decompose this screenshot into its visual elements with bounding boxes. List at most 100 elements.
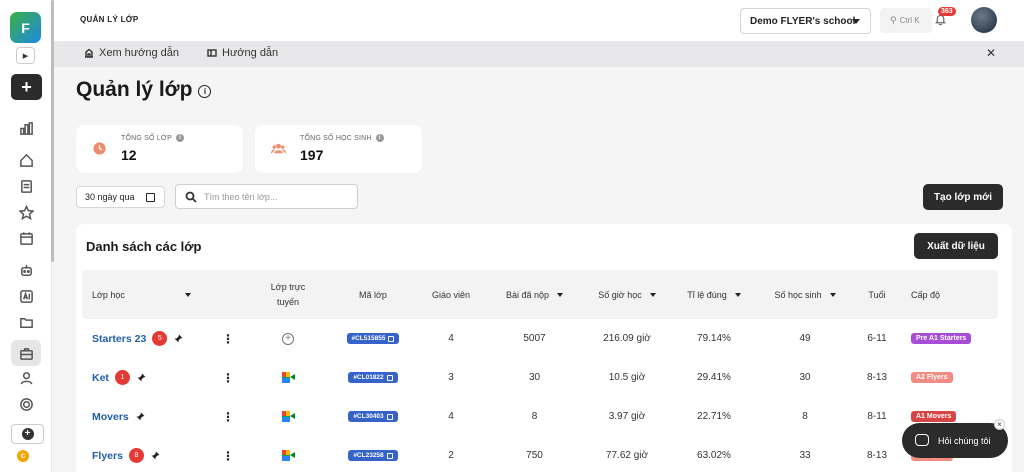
view-guide-link[interactable]: Xem hướng dẫn — [84, 47, 179, 59]
create-class-button[interactable]: Tạo lớp mới — [923, 184, 1003, 210]
class-code-cell: #CL515855 — [338, 319, 408, 358]
th-accuracy[interactable]: Tỉ lệ đúng — [674, 270, 754, 319]
chevron-down-icon — [649, 292, 656, 297]
app-logo[interactable]: F — [10, 12, 41, 43]
search-icon: ⚲ — [890, 15, 897, 25]
close-icon[interactable]: ✕ — [986, 46, 996, 60]
calendar-icon[interactable] — [14, 226, 38, 250]
total-classes-label: TỔNG SỐ LỚP i — [121, 134, 184, 142]
view-guide-label: Xem hướng dẫn — [99, 47, 180, 59]
copy-icon — [386, 374, 393, 381]
total-students-value: 197 — [300, 147, 324, 163]
close-icon[interactable]: × — [994, 419, 1005, 430]
date-range-select[interactable]: 30 ngày qua — [76, 186, 165, 208]
ask-us-button[interactable]: Hỏi chúng tôi — [902, 423, 1008, 458]
table-row[interactable]: Movers ⋮ #CL30403 4 8 3.97 giờ 22.71% 8 … — [82, 397, 998, 436]
class-code-chip[interactable]: #CL01822 — [348, 372, 398, 383]
ai-icon[interactable] — [14, 284, 38, 308]
class-name-cell: Movers — [92, 397, 222, 436]
pin-icon[interactable] — [173, 334, 183, 344]
users-icon[interactable] — [14, 366, 38, 390]
guide-link[interactable]: Hướng dẫn — [207, 47, 278, 59]
group-icon — [271, 143, 286, 154]
class-name-link[interactable]: Starters 23 — [92, 333, 146, 345]
robot-icon[interactable] — [14, 258, 38, 282]
level-badge: A1 Movers — [911, 411, 957, 422]
class-name-link[interactable]: Ket — [92, 372, 109, 384]
chart-icon[interactable] — [14, 116, 38, 140]
google-meet-icon[interactable] — [282, 411, 295, 422]
online-class-cell — [252, 358, 324, 397]
guide-bar: Xem hướng dẫn Hướng dẫn ✕ — [54, 41, 1024, 67]
info-icon[interactable]: i — [176, 134, 184, 142]
coin-icon: c — [17, 450, 29, 462]
accuracy-cell: 29.41% — [697, 372, 731, 383]
class-search-input[interactable]: Tìm theo tên lớp... — [175, 184, 358, 209]
more-options-icon[interactable]: ⋮ — [222, 397, 234, 436]
add-button[interactable]: + — [11, 74, 42, 100]
pin-icon[interactable] — [136, 373, 146, 383]
school-selector[interactable]: Demo FLYER's school — [740, 8, 871, 34]
google-meet-icon[interactable] — [282, 450, 295, 461]
pin-icon[interactable] — [135, 412, 145, 422]
pin-icon[interactable] — [150, 451, 160, 461]
more-options-icon[interactable]: ⋮ — [222, 319, 234, 358]
more-options-icon[interactable]: ⋮ — [222, 436, 234, 472]
info-icon[interactable]: i — [198, 85, 212, 98]
th-class[interactable]: Lớp học — [92, 270, 202, 319]
online-class-cell: + — [252, 319, 324, 358]
students-cell: 33 — [799, 450, 811, 461]
sidebar-toggle-button[interactable]: ▶ — [16, 47, 35, 64]
date-range-value: 30 ngày qua — [85, 192, 135, 202]
class-code-chip[interactable]: #CL515855 — [346, 333, 400, 344]
submissions-cell: 750 — [526, 450, 543, 461]
class-code-cell: #CL23258 — [338, 436, 408, 472]
table-row[interactable]: Ket 1 ⋮ #CL01822 3 30 10.5 giờ 29.41% 30 … — [82, 358, 998, 397]
briefcase-icon[interactable] — [11, 340, 41, 366]
class-name-link[interactable]: Movers — [92, 411, 129, 423]
school-name: Demo FLYER's school — [750, 15, 856, 27]
star-icon[interactable] — [14, 200, 38, 224]
class-name-cell: Starters 23 5 — [92, 319, 222, 358]
search-shortcut: Ctrl K — [899, 16, 920, 25]
chevron-down-icon — [734, 292, 741, 297]
google-meet-icon[interactable] — [282, 372, 295, 383]
class-name-link[interactable]: Flyers — [92, 450, 123, 462]
info-icon[interactable]: i — [375, 134, 384, 142]
global-search-button[interactable]: ⚲ Ctrl K — [880, 8, 932, 33]
hours-cell: 216.09 giờ — [603, 333, 651, 344]
table-row[interactable]: Starters 23 5 ⋮ + #CL515855 4 5007 216.09… — [82, 319, 998, 358]
add-circle-button[interactable]: + — [11, 424, 44, 444]
folder-icon[interactable] — [14, 310, 38, 334]
search-icon — [185, 191, 197, 203]
page-title-text: Quản lý lớp — [76, 78, 193, 101]
export-button[interactable]: Xuất dữ liệu — [914, 233, 998, 259]
students-cell: 30 — [799, 372, 811, 383]
search-placeholder: Tìm theo tên lớp... — [204, 191, 278, 202]
th-hours[interactable]: Số giờ học — [587, 270, 667, 319]
avatar[interactable] — [971, 7, 997, 33]
header-title: QUẢN LÝ LỚP — [80, 15, 139, 24]
students-cell: 49 — [799, 333, 811, 344]
home-icon[interactable] — [14, 148, 38, 172]
total-classes-card: TỔNG SỐ LỚP i 12 — [76, 125, 243, 173]
th-submissions[interactable]: Bài đã nộp — [492, 270, 577, 319]
chevron-down-icon — [852, 19, 860, 24]
document-icon[interactable] — [14, 174, 38, 198]
calendar-icon — [146, 193, 155, 202]
settings-icon[interactable] — [14, 392, 38, 416]
more-options-icon[interactable]: ⋮ — [222, 358, 234, 397]
class-code-chip[interactable]: #CL23258 — [348, 450, 398, 461]
chevron-down-icon — [184, 292, 191, 297]
page-title: Quản lý lớp i — [76, 78, 212, 102]
table-row[interactable]: Flyers 8 ⋮ #CL23258 2 750 77.62 giờ 63.02… — [82, 436, 998, 472]
class-code-chip[interactable]: #CL30403 — [348, 411, 398, 422]
total-classes-value: 12 — [121, 147, 137, 163]
add-online-class-icon[interactable]: + — [282, 332, 294, 345]
age-cell: 8-13 — [866, 450, 887, 461]
class-name-cell: Ket 1 — [92, 358, 222, 397]
book-icon — [207, 49, 217, 57]
th-code: Mã lớp — [359, 289, 387, 300]
th-students[interactable]: Số học sinh — [762, 270, 848, 319]
students-cell: 8 — [802, 411, 808, 422]
